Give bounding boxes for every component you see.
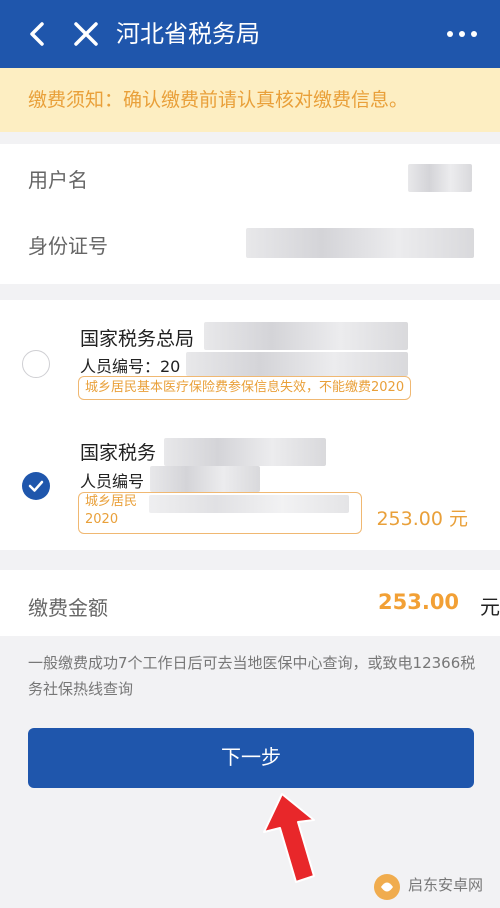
- radio-checked[interactable]: [22, 472, 50, 500]
- query-hint: 一般缴费成功7个工作日后可去当地医保中心查询，或致电12366税务社保热线查询: [28, 654, 476, 698]
- user-info-card: 用户名 身份证号: [0, 144, 500, 284]
- username-label: 用户名: [28, 168, 88, 192]
- item-id: 人员编号：20: [80, 357, 181, 376]
- item-name: 国家税务总局: [80, 328, 195, 350]
- item-name-blurred: [164, 438, 326, 466]
- red-arrow-icon: [263, 793, 315, 883]
- item-name-blurred: [204, 322, 408, 350]
- username-value-blurred: [408, 164, 472, 192]
- total-unit: 元: [480, 595, 500, 619]
- item-amount: 253.00 元: [376, 508, 468, 530]
- tag-text-blurred: [149, 495, 349, 513]
- radio-unchecked[interactable]: [22, 350, 50, 378]
- id-number-label: 身份证号: [28, 234, 108, 258]
- status-badge: 城乡居民基本医疗保险费参保信息失效，不能缴费2020: [78, 376, 412, 400]
- total-value: 253.00: [378, 590, 460, 614]
- item-id-blurred: [186, 352, 408, 376]
- payment-notice: 缴费须知：确认缴费前请认真核对缴费信息。: [0, 68, 500, 132]
- next-step-button[interactable]: 下一步: [28, 728, 474, 788]
- close-icon[interactable]: [66, 14, 106, 54]
- watermark-logo-icon: [374, 874, 400, 900]
- page-title: 河北省税务局: [116, 20, 260, 48]
- item-name: 国家税务: [80, 442, 157, 464]
- item-id-blurred: [150, 466, 260, 492]
- watermark-text: 启东安卓网: [408, 876, 484, 894]
- item-id: 人员编号: [80, 472, 145, 491]
- payment-items-card: 国家税务总局 人员编号：20 城乡居民基本医疗保险费参保信息失效，不能缴费202…: [0, 300, 500, 550]
- status-badge: 城乡居民 2020: [78, 492, 362, 534]
- chevron-left-icon[interactable]: [18, 14, 58, 54]
- total-label: 缴费金额: [28, 596, 108, 620]
- more-dots-icon[interactable]: [440, 22, 484, 46]
- check-icon: [28, 480, 44, 492]
- total-amount-card: 缴费金额 253.00 元: [0, 570, 500, 636]
- tag-line-2: 2020: [85, 512, 119, 527]
- app-header: 河北省税务局: [0, 0, 500, 68]
- id-number-value-blurred: [246, 228, 474, 258]
